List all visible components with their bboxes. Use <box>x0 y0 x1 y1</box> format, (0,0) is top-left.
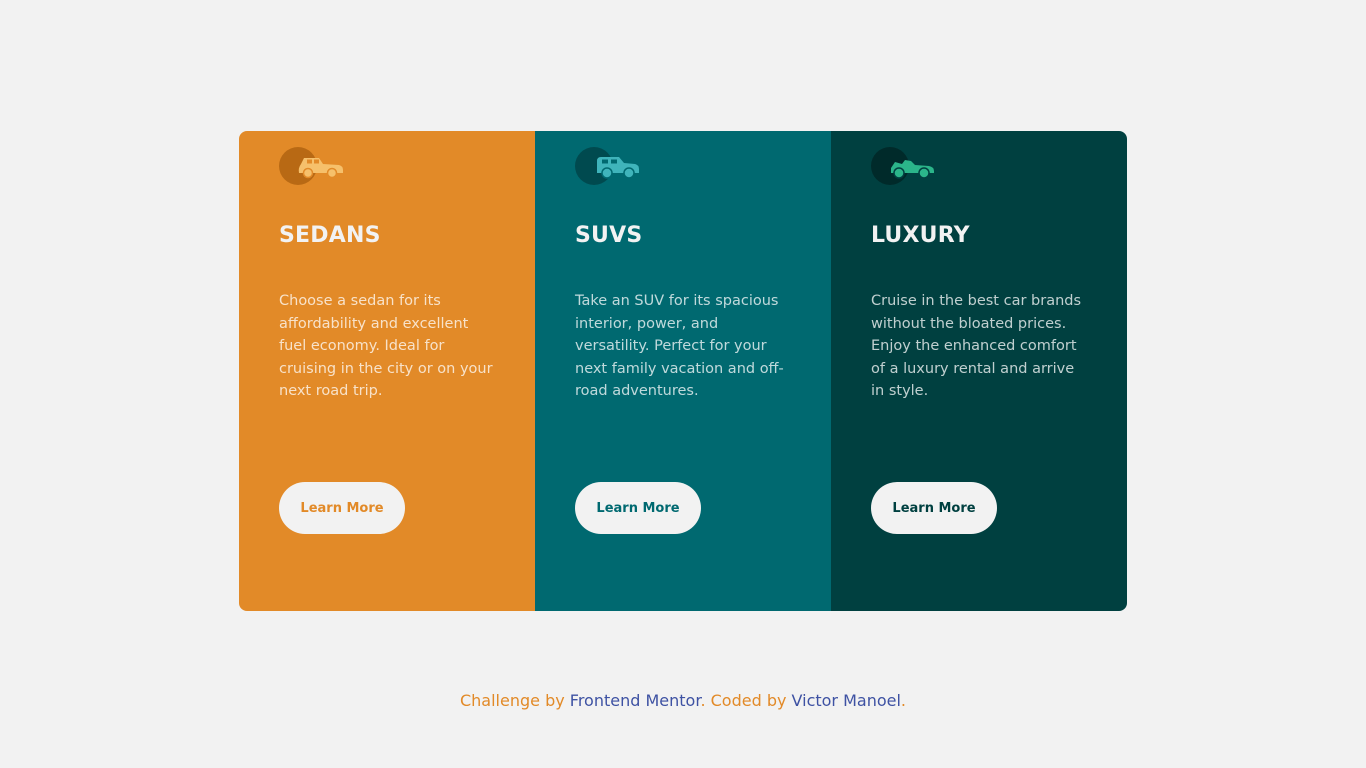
card-title: LUXURY <box>871 223 970 248</box>
footer-text: . Coded by <box>700 691 792 710</box>
suv-car-icon <box>575 146 641 186</box>
card-title: SUVS <box>575 223 643 248</box>
card-luxury: LUXURY Cruise in the best car brands wit… <box>831 131 1127 611</box>
author-link[interactable]: Victor Manoel <box>792 691 901 710</box>
attribution-footer: Challenge by Frontend Mentor. Coded by V… <box>0 690 1366 712</box>
frontend-mentor-link[interactable]: Frontend Mentor <box>570 691 701 710</box>
luxury-car-icon <box>871 146 937 186</box>
card-sedans: SEDANS Choose a sedan for its affordabil… <box>239 131 535 611</box>
footer-text: . <box>900 691 907 710</box>
card-description: Choose a sedan for its affordability and… <box>279 293 493 399</box>
footer-text: Challenge by <box>459 691 570 710</box>
cards-container: SEDANS Choose a sedan for its affordabil… <box>239 131 1127 611</box>
card-title: SEDANS <box>279 223 381 248</box>
learn-more-button[interactable]: Learn More <box>871 482 997 534</box>
card-description: Take an SUV for its spacious interior, p… <box>575 293 784 399</box>
learn-more-button[interactable]: Learn More <box>575 482 701 534</box>
learn-more-button[interactable]: Learn More <box>279 482 405 534</box>
card-suvs: SUVS Take an SUV for its spacious interi… <box>535 131 831 611</box>
sedan-car-icon <box>279 146 345 186</box>
card-description: Cruise in the best car brands without th… <box>871 293 1082 399</box>
